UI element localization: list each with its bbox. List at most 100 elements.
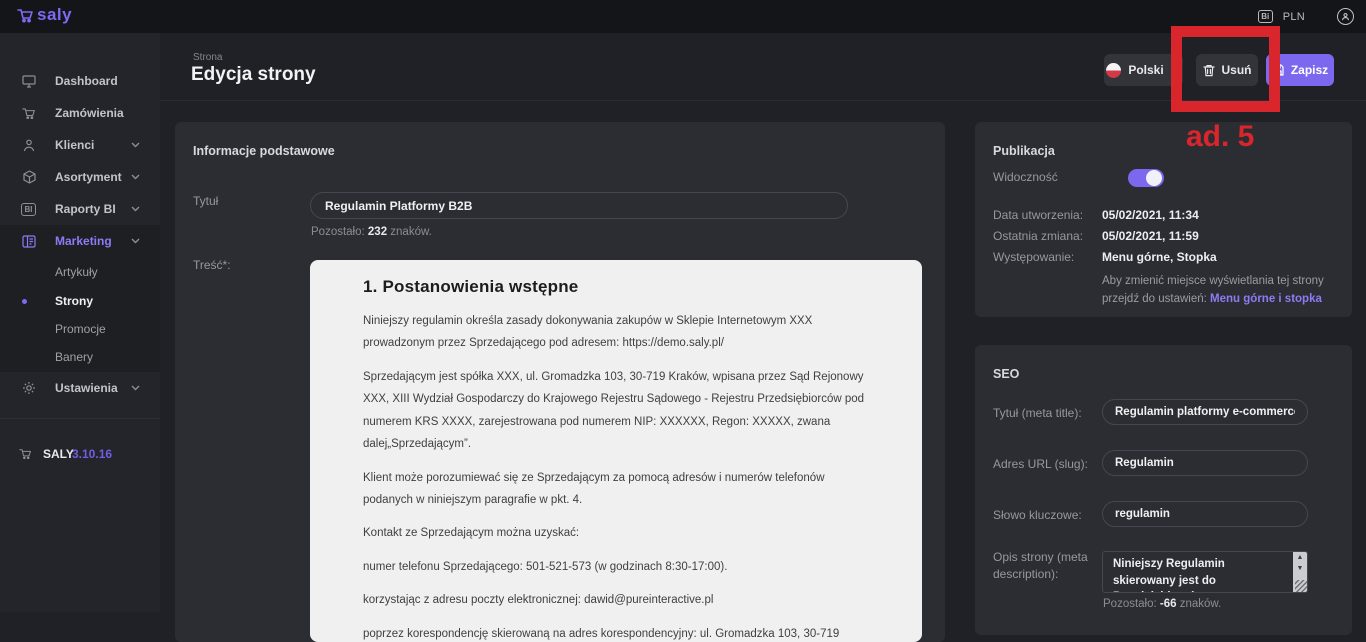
seo-panel: SEO Tytuł (meta title): Adres URL (slug)…	[975, 345, 1352, 635]
chars-remaining: Pozostało: 232 znaków.	[311, 226, 432, 238]
resize-grip-icon[interactable]	[1295, 580, 1307, 592]
version-name: SALY	[43, 447, 74, 461]
title-field-label: Tytuł	[193, 194, 218, 208]
trash-icon	[1203, 64, 1215, 77]
sidebar-item-label: Zamówienia	[55, 106, 124, 120]
visibility-label: Widoczność	[993, 170, 1058, 184]
header-divider	[160, 100, 1366, 101]
sidebar-item-label: Promocje	[55, 322, 106, 336]
cube-icon	[21, 169, 37, 185]
publication-panel: Publikacja Widoczność Data utworzenia: 0…	[975, 122, 1352, 317]
gear-icon	[21, 380, 37, 396]
document-paragraph: numer telefonu Sprzedającego: 501-521-57…	[363, 556, 866, 578]
page-title: Edycja strony	[191, 64, 316, 86]
sidebar-divider	[0, 418, 160, 419]
document-paragraph: Niniejszy regulamin określa zasady dokon…	[363, 310, 866, 355]
account-icon[interactable]	[1337, 8, 1354, 25]
sidebar-item-marketing[interactable]: Marketing	[0, 226, 160, 256]
sidebar-item-label: Dashboard	[55, 74, 118, 88]
created-value: 05/02/2021, 11:34	[1102, 208, 1199, 222]
occurrence-label: Występowanie:	[993, 250, 1074, 264]
keyword-input[interactable]	[1102, 501, 1308, 527]
cart-logo-icon	[17, 8, 34, 23]
sidebar-item-reports-bi[interactable]: BI Raporty BI	[0, 194, 160, 224]
visibility-toggle[interactable]	[1128, 169, 1164, 187]
sidebar-item-label: Strony	[55, 294, 93, 308]
sidebar: Dashboard Zamówienia Klienci Asortyment …	[0, 33, 160, 612]
top-bar: saly Bi PLN	[0, 0, 1366, 33]
chars-remaining: Pozostało: -66 znaków.	[1103, 598, 1221, 610]
slug-label: Adres URL (slug):	[993, 456, 1098, 473]
monitor-icon	[21, 73, 37, 89]
keyword-label: Słowo kluczowe:	[993, 507, 1098, 524]
modified-value: 05/02/2021, 11:59	[1102, 229, 1199, 243]
document-paragraph: korzystając z adresu poczty elektroniczn…	[363, 589, 866, 611]
content-field-label: Treść*:	[193, 258, 231, 272]
chevron-down-icon	[131, 238, 140, 244]
sidebar-item-assortment[interactable]: Asortyment	[0, 162, 160, 192]
poland-flag-icon	[1106, 63, 1121, 78]
sidebar-item-banners[interactable]: Banery	[0, 342, 160, 372]
section-title: Informacje podstawowe	[193, 144, 335, 158]
save-button[interactable]: Zapisz	[1266, 54, 1334, 86]
document-paragraph: Klient może porozumiewać się ze Sprzedaj…	[363, 467, 866, 512]
currency-label[interactable]: PLN	[1283, 11, 1305, 23]
sidebar-item-articles[interactable]: Artykuły	[0, 257, 160, 287]
sidebar-item-dashboard[interactable]: Dashboard	[0, 66, 160, 96]
delete-label: Usuń	[1222, 63, 1252, 77]
wysiwyg-document[interactable]: 1. Postanowienia wstępne Niniejszy regul…	[310, 260, 922, 642]
app-version: SALY 3.10.16	[0, 441, 160, 467]
language-select-button[interactable]: Polski	[1104, 54, 1183, 86]
sidebar-item-pages[interactable]: Strony	[0, 286, 160, 316]
delete-button[interactable]: Usuń	[1196, 54, 1258, 86]
chevron-down-icon	[131, 142, 140, 148]
basic-info-panel: Informacje podstawowe Tytuł Pozostało: 2…	[175, 122, 945, 642]
document-paragraph: Kontakt ze Sprzedającym można uzyskać:	[363, 522, 866, 544]
language-label: Polski	[1128, 63, 1163, 77]
cart-icon	[19, 448, 32, 460]
sidebar-item-label: Marketing	[55, 234, 112, 248]
currency-icon[interactable]: Bi	[1258, 10, 1273, 23]
sidebar-item-label: Banery	[55, 350, 93, 364]
sidebar-item-label: Artykuły	[55, 265, 98, 279]
sidebar-item-promotions[interactable]: Promocje	[0, 314, 160, 344]
slug-input[interactable]	[1102, 450, 1308, 476]
breadcrumb: Strona	[193, 52, 222, 63]
sidebar-item-label: Ustawienia	[55, 381, 118, 395]
sidebar-item-orders[interactable]: Zamówienia	[0, 98, 160, 128]
version-number: 3.10.16	[72, 447, 112, 461]
modified-label: Ostatnia zmiana:	[993, 229, 1083, 243]
sidebar-item-settings[interactable]: Ustawienia	[0, 373, 160, 403]
created-label: Data utworzenia:	[993, 208, 1083, 222]
scroll-up-icon[interactable]: ▲	[1293, 552, 1307, 563]
title-input[interactable]	[310, 192, 848, 219]
document-paragraph: Sprzedającym jest spółka XXX, ul. Gromad…	[363, 366, 866, 456]
meta-description-label: Opis strony (meta description):	[993, 549, 1098, 583]
toggle-knob	[1146, 170, 1162, 186]
sidebar-item-label: Klienci	[55, 138, 94, 152]
logo-text: saly	[37, 5, 72, 25]
seo-title: SEO	[993, 367, 1019, 381]
menu-settings-link[interactable]: Menu górne i stopka	[1210, 293, 1322, 305]
publication-note: Aby zmienić miejsce wyświetlania tej str…	[1102, 272, 1340, 309]
publication-title: Publikacja	[993, 144, 1055, 158]
sidebar-item-label: Raporty BI	[55, 202, 116, 216]
chevron-down-icon	[131, 174, 140, 180]
scroll-down-icon[interactable]: ▼	[1293, 563, 1307, 574]
chevron-down-icon	[131, 206, 140, 212]
save-floppy-icon	[1272, 64, 1284, 76]
chevron-down-icon	[131, 385, 140, 391]
person-icon	[21, 137, 37, 153]
chevron-down-icon	[1172, 67, 1181, 73]
sidebar-item-label: Asortyment	[55, 170, 122, 184]
document-paragraph: poprzez korespondencję skierowaną na adr…	[363, 623, 866, 642]
saly-logo[interactable]: saly	[17, 5, 72, 25]
meta-title-input[interactable]	[1102, 399, 1308, 425]
sidebar-item-clients[interactable]: Klienci	[0, 130, 160, 160]
meta-description-textarea[interactable]: Niniejszy Regulamin skierowany jest do P…	[1102, 551, 1308, 593]
meta-title-label: Tytuł (meta title):	[993, 405, 1098, 422]
textarea-scrollbar[interactable]: ▲ ▼	[1293, 552, 1307, 592]
document-heading: 1. Postanowienia wstępne	[363, 277, 866, 297]
meta-description-value: Niniejszy Regulamin skierowany jest do P…	[1103, 552, 1281, 593]
cart-icon	[21, 105, 37, 121]
